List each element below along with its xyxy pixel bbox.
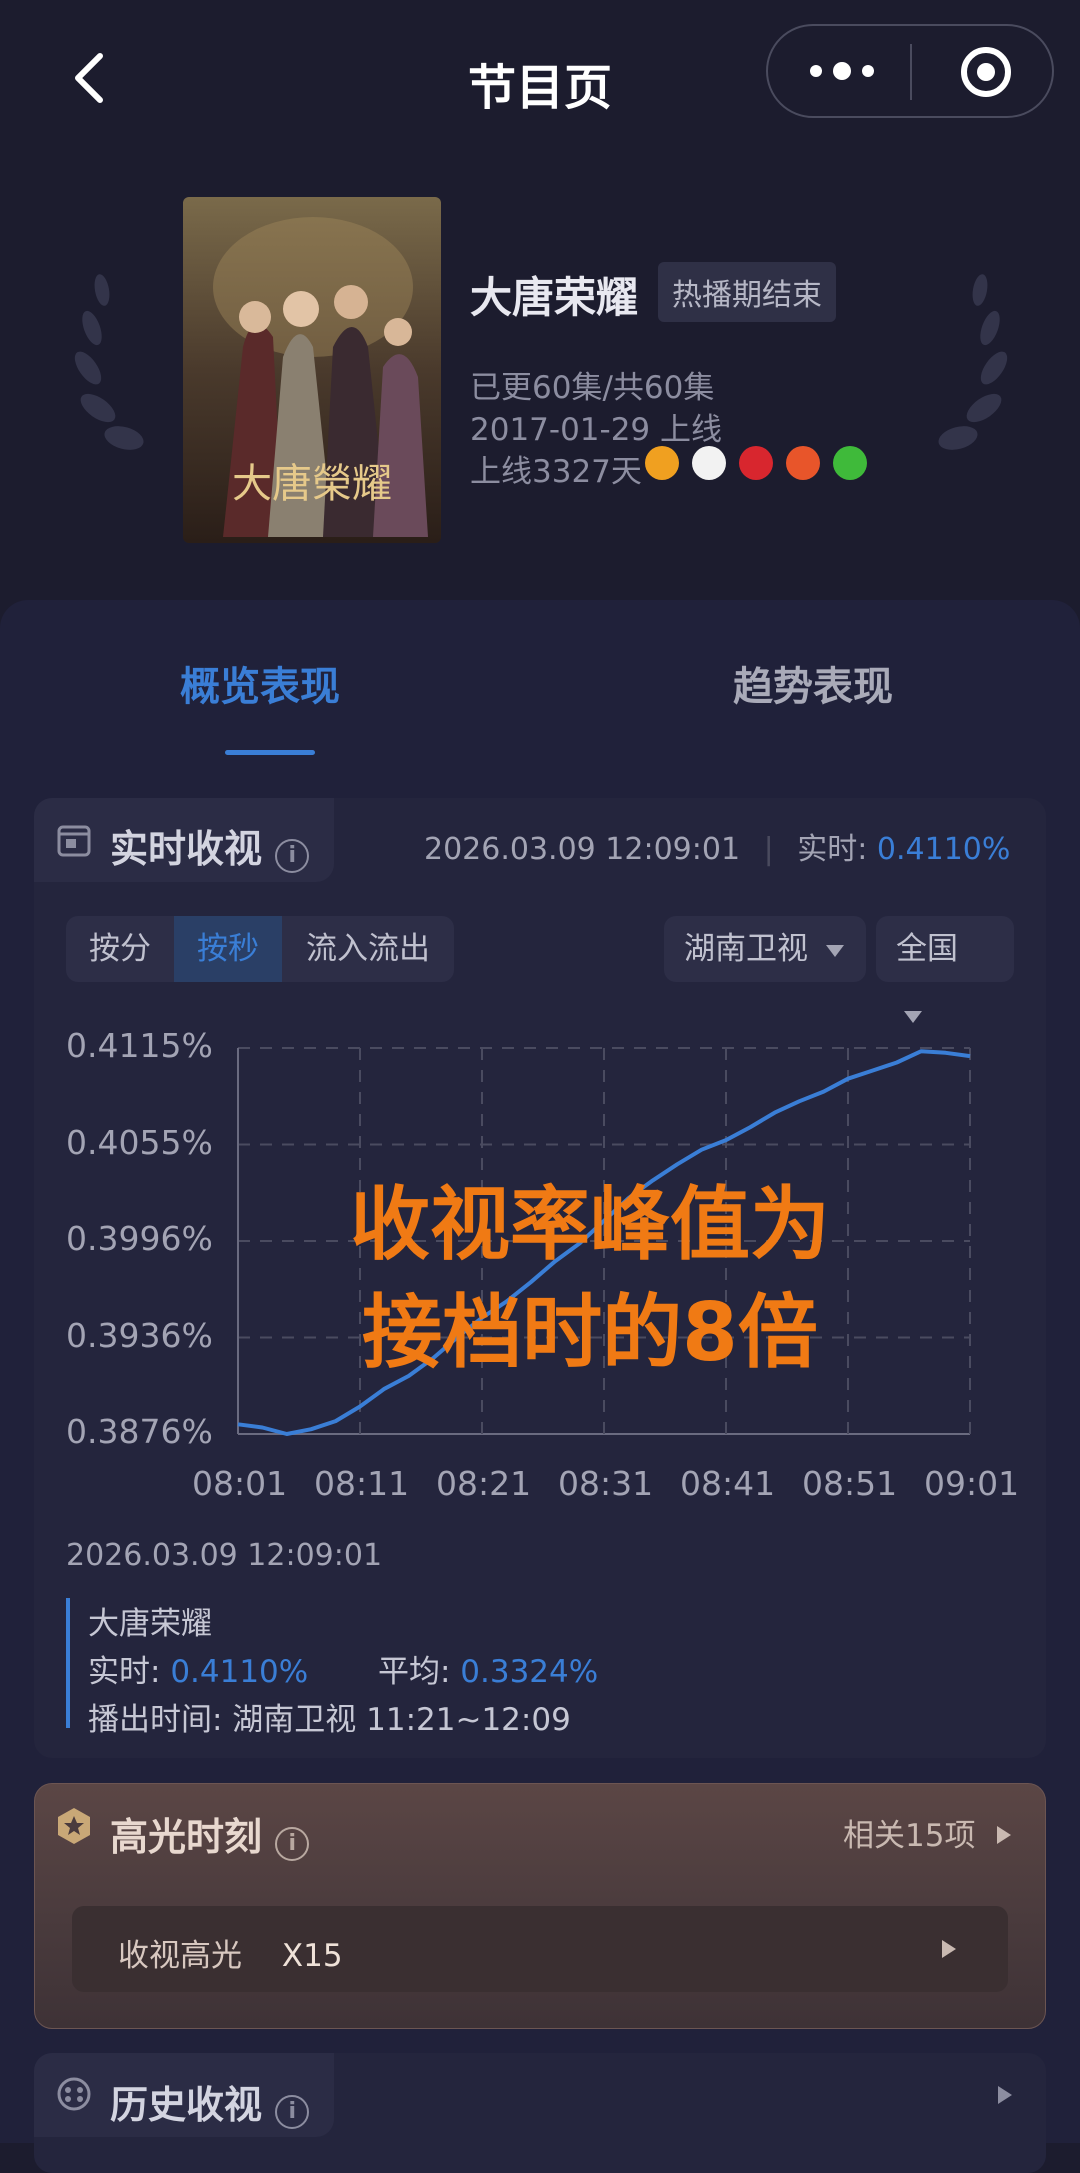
tooltip-values: 实时: 0.4110% 平均: 0.3324% [88, 1646, 598, 1691]
play-arrow-icon [942, 1940, 956, 1958]
x-tick-label: 08:51 [802, 1464, 898, 1503]
x-tick-label: 08:11 [314, 1464, 410, 1503]
y-tick-label: 0.4055% [66, 1122, 213, 1162]
x-tick-label: 08:31 [558, 1464, 654, 1503]
y-tick-label: 0.3876% [66, 1412, 213, 1451]
play-arrow-icon [998, 2086, 1012, 2104]
x-tick-label: 08:01 [192, 1464, 288, 1503]
info-icon[interactable]: i [275, 2095, 310, 2129]
tooltip-airing-time: 播出时间: 湖南卫视 11:21~12:09 [88, 1702, 571, 1738]
history-icon [57, 2077, 91, 2111]
tooltip-average-label: 平均: [377, 1654, 451, 1690]
highlight-item-value: X15 [281, 1938, 343, 1974]
overlay-caption-line-1: 收视率峰值为 [350, 1178, 830, 1271]
highlight-item: 收视高光 X15 [118, 1930, 343, 1975]
tooltip-realtime-label: 实时: [88, 1654, 161, 1690]
tooltip-realtime-value: 0.4110% [170, 1654, 309, 1690]
highlight-item-label: 收视高光 [118, 1938, 242, 1974]
highlight-title: 高光时刻 i [110, 1806, 310, 1861]
tooltip-average-value: 0.3324% [460, 1654, 599, 1690]
highlight-more-text: 相关15项 [843, 1818, 976, 1854]
tooltip-date: 2026.03.09 12:09:01 [66, 1538, 383, 1573]
star-badge-icon [58, 1808, 90, 1844]
x-tick-label: 08:21 [436, 1464, 532, 1503]
highlight-title-text: 高光时刻 [110, 1815, 263, 1859]
play-arrow-icon [997, 1826, 1012, 1844]
y-tick-label: 0.4115% [66, 1026, 213, 1065]
info-icon[interactable]: i [275, 1827, 310, 1861]
legend-color-bar [66, 1598, 70, 1728]
overlay-caption-line-2: 接档时的8倍 [362, 1286, 818, 1379]
history-title: 历史收视 i [110, 2074, 310, 2129]
history-title-text: 历史收视 [110, 2083, 263, 2127]
x-tick-label: 09:01 [924, 1464, 1020, 1503]
highlight-more-link[interactable]: 相关15项 [843, 1810, 1013, 1855]
tooltip-show-name: 大唐荣耀 [88, 1606, 212, 1642]
x-tick-label: 08:41 [680, 1464, 776, 1503]
